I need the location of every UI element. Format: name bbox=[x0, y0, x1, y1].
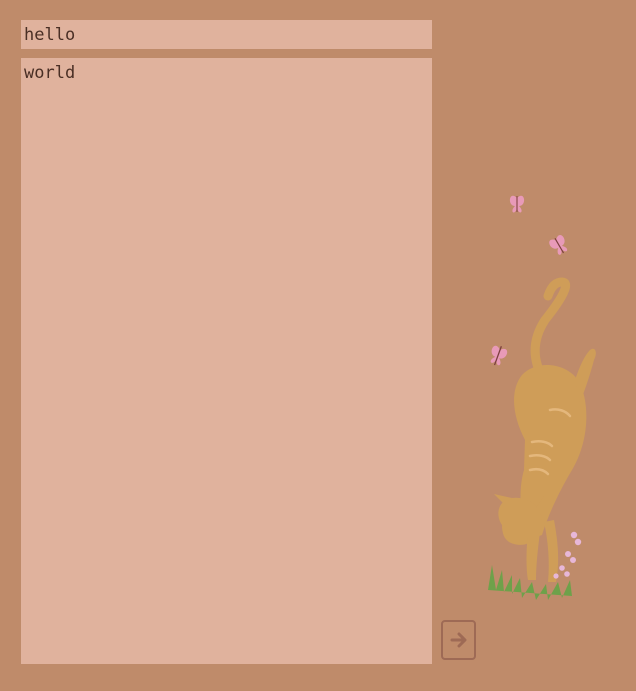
body-textarea[interactable]: world bbox=[21, 58, 432, 664]
arrow-right-icon bbox=[450, 632, 466, 648]
butterfly-icon bbox=[509, 195, 525, 213]
butterfly-icon bbox=[549, 235, 568, 255]
title-input[interactable] bbox=[21, 20, 432, 49]
cat-with-butterflies-illustration bbox=[488, 195, 596, 600]
note-editor-page: world bbox=[0, 0, 636, 691]
submit-button[interactable] bbox=[441, 620, 476, 660]
butterfly-icon bbox=[490, 345, 508, 366]
